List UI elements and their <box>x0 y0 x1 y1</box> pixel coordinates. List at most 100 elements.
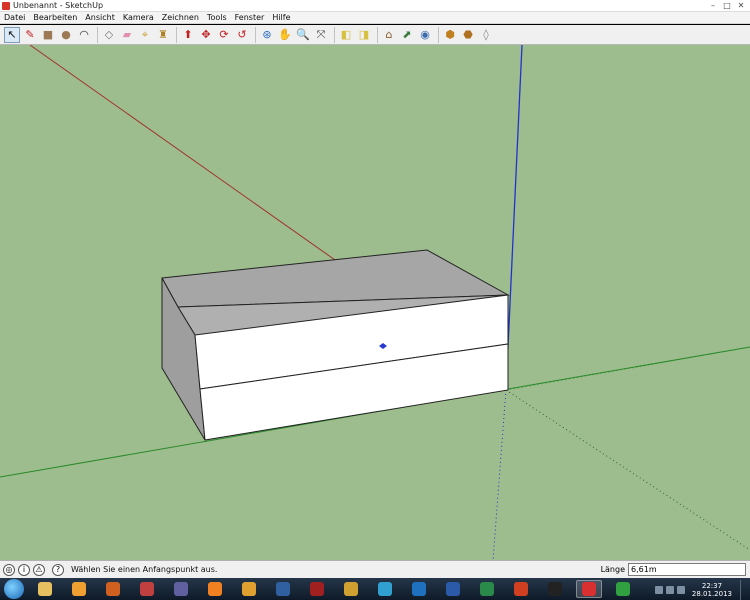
app-15-icon <box>514 582 528 596</box>
select-arrow-icon[interactable]: ↖ <box>4 26 20 43</box>
geo-status-icon[interactable]: ◎ <box>3 563 15 576</box>
toolbar-separator <box>377 26 378 43</box>
measurements-label: Länge <box>600 565 625 574</box>
app-3-icon <box>106 582 120 596</box>
rotate-icon[interactable]: ⟳ <box>216 27 232 43</box>
app-11-icon <box>378 582 392 596</box>
taskbar-app-app-15[interactable] <box>508 580 534 598</box>
extension-warehouse-icon[interactable]: ⬣ <box>460 27 476 43</box>
browser-icon <box>72 582 86 596</box>
components-icon[interactable]: ⬢ <box>442 27 458 43</box>
vlc-icon <box>208 582 222 596</box>
menu-bearbeiten[interactable]: Bearbeiten <box>33 13 77 22</box>
clock-time: 22:37 <box>701 582 723 590</box>
app-9-icon <box>310 582 324 596</box>
taskbar-app-explorer[interactable] <box>32 580 58 598</box>
status-hint-text: Wählen Sie einen Anfangspunkt aus. <box>71 565 218 574</box>
system-tray: 22:37 28.01.2013 <box>654 580 748 600</box>
main-toolbar: ↖ ✎ ■ ● ◠ ◇ ▰ ⌖ ♜ ⬆ ✥ ⟳ ↺ ⊛ ✋ 🔍 ⤧ ◧ ◨ ⌂ ⬈ ◉ ⬢ ⬣ ◊ <box>0 25 750 45</box>
measurements-input[interactable]: 6,61m <box>628 563 746 576</box>
taskbar-app-app-10[interactable] <box>338 580 364 598</box>
toolbar-separator <box>334 26 335 43</box>
toolbar-separator <box>176 26 177 43</box>
menu-bar: Datei Bearbeiten Ansicht Kamera Zeichnen… <box>0 12 750 24</box>
taskbar-app-excel[interactable] <box>474 580 500 598</box>
taskbar-app-word[interactable] <box>440 580 466 598</box>
next-view-icon[interactable]: ◨ <box>356 27 372 43</box>
move-icon[interactable]: ✥ <box>198 27 214 43</box>
zoom-icon[interactable]: 🔍 <box>295 27 311 43</box>
taskbar-app-vlc[interactable] <box>202 580 228 598</box>
taskbar-app-terminal[interactable] <box>542 580 568 598</box>
menu-fenster[interactable]: Fenster <box>235 13 265 22</box>
get-models-icon[interactable]: ⌂ <box>381 27 397 43</box>
menu-hilfe[interactable]: Hilfe <box>272 13 290 22</box>
tray-flag-icon[interactable] <box>654 586 663 594</box>
share-model-icon[interactable]: ⬈ <box>399 27 415 43</box>
menu-datei[interactable]: Datei <box>4 13 25 22</box>
app-10-icon <box>344 582 358 596</box>
red-axis-line <box>29 45 346 268</box>
eraser-icon[interactable]: ▰ <box>119 27 135 43</box>
word-icon <box>446 582 460 596</box>
show-desktop-button[interactable] <box>740 580 748 600</box>
instructor-status-icon[interactable]: ⚠ <box>33 563 45 576</box>
sketchup-logo-icon <box>2 1 10 10</box>
push-pull-icon[interactable]: ⬆ <box>180 27 196 43</box>
scene-canvas[interactable] <box>0 45 750 560</box>
taskbar-app-app-12[interactable] <box>406 580 432 598</box>
menu-ansicht[interactable]: Ansicht <box>85 13 115 22</box>
start-button[interactable] <box>4 579 24 599</box>
toolbar-separator <box>255 26 256 43</box>
taskbar-app-app-3[interactable] <box>100 580 126 598</box>
clock[interactable]: 22:37 28.01.2013 <box>692 582 732 598</box>
excel-icon <box>480 582 494 596</box>
window-controls: – □ ✕ <box>708 1 746 10</box>
toolbar-separator <box>97 26 98 43</box>
tape-measure-icon[interactable]: ⌖ <box>137 27 153 43</box>
taskbar-app-pd[interactable] <box>270 580 296 598</box>
info-status-icon[interactable]: i <box>18 563 30 576</box>
taskbar-apps <box>32 580 644 598</box>
taskbar-app-sketchup[interactable] <box>576 580 602 598</box>
taskbar-app-app-9[interactable] <box>304 580 330 598</box>
tray-volume-icon[interactable] <box>676 586 685 594</box>
taskbar-app-media[interactable] <box>168 580 194 598</box>
send-to-layout-icon[interactable]: ◊ <box>478 27 494 43</box>
tray-network-icon[interactable] <box>665 586 674 594</box>
previous-view-icon[interactable]: ◧ <box>338 27 354 43</box>
orbit-icon[interactable]: ⊛ <box>259 27 275 43</box>
rectangle-icon[interactable]: ■ <box>40 27 56 43</box>
arc-icon[interactable]: ◠ <box>76 27 92 43</box>
app-18-icon <box>616 582 630 596</box>
app-7-icon <box>242 582 256 596</box>
app-12-icon <box>412 582 426 596</box>
taskbar-app-app-7[interactable] <box>236 580 262 598</box>
zoom-extents-icon[interactable]: ⤧ <box>313 27 329 43</box>
taskbar-app-app-4[interactable] <box>134 580 160 598</box>
circle-icon[interactable]: ● <box>58 27 74 43</box>
offset-icon[interactable]: ↺ <box>234 27 250 43</box>
drawing-viewport[interactable] <box>0 45 750 560</box>
taskbar-app-app-11[interactable] <box>372 580 398 598</box>
menu-tools[interactable]: Tools <box>207 13 227 22</box>
minimize-button[interactable]: – <box>708 1 718 10</box>
help-icon[interactable]: ? <box>52 563 64 576</box>
make-component-icon[interactable]: ◇ <box>101 27 117 43</box>
sketchup-icon <box>582 582 596 596</box>
pd-icon <box>276 582 290 596</box>
windows-taskbar: 22:37 28.01.2013 <box>0 578 750 600</box>
pan-icon[interactable]: ✋ <box>277 27 293 43</box>
status-bar: ◎ i ⚠ ? Wählen Sie einen Anfangspunkt au… <box>0 560 750 578</box>
maximize-button[interactable]: □ <box>722 1 732 10</box>
taskbar-app-app-18[interactable] <box>610 580 636 598</box>
paint-bucket-icon[interactable]: ♜ <box>155 27 171 43</box>
close-button[interactable]: ✕ <box>736 1 746 10</box>
geo-location-icon[interactable]: ◉ <box>417 27 433 43</box>
taskbar-app-browser[interactable] <box>66 580 92 598</box>
menu-kamera[interactable]: Kamera <box>123 13 154 22</box>
explorer-icon <box>38 582 52 596</box>
title-bar: Unbenannt - SketchUp – □ ✕ <box>0 0 750 12</box>
menu-zeichnen[interactable]: Zeichnen <box>162 13 199 22</box>
line-pencil-icon[interactable]: ✎ <box>22 27 38 43</box>
